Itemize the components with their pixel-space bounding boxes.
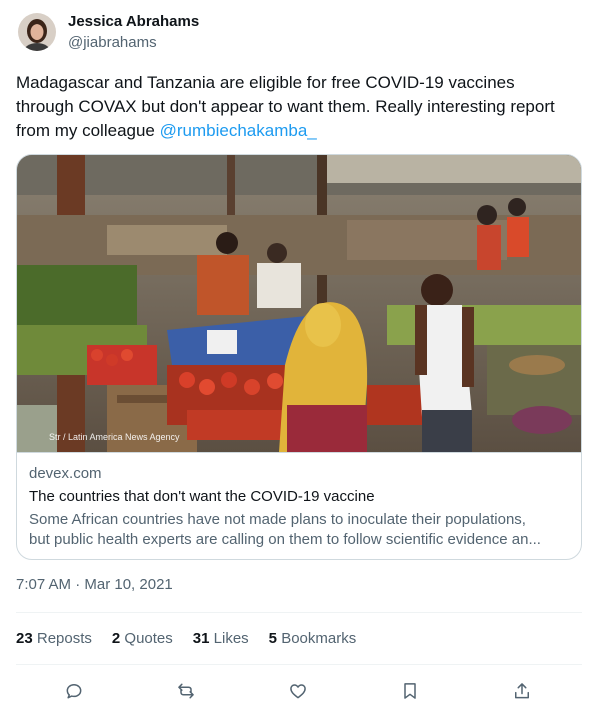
author-display-name[interactable]: Jessica Abrahams: [68, 12, 199, 32]
card-title: The countries that don't want the COVID-…: [29, 488, 375, 505]
reposts-stat[interactable]: 23 Reposts: [16, 630, 92, 647]
tweet-text-prefix: from my colleague: [16, 121, 160, 140]
bookmark-icon: [404, 683, 416, 699]
bookmarks-count: 5: [268, 630, 278, 647]
author-handle[interactable]: @jiabrahams: [68, 33, 199, 53]
avatar[interactable]: [18, 13, 56, 51]
like-button[interactable]: [285, 678, 311, 704]
photo-credit: Str / Latin America News Agency: [49, 432, 180, 442]
tweet-text-line: Madagascar and Tanzania are eligible for…: [16, 73, 515, 92]
author-names: Jessica Abrahams @jiabrahams: [68, 12, 199, 53]
repost-icon: [178, 683, 194, 699]
quotes-label: Quotes: [124, 630, 173, 647]
reposts-label: Reposts: [36, 630, 92, 647]
share-button[interactable]: [509, 678, 535, 704]
likes-stat[interactable]: 31 Likes: [193, 630, 249, 647]
tweet-timestamp[interactable]: 7:07 AM · Mar 10, 2021: [16, 576, 173, 593]
like-icon: [290, 684, 306, 699]
divider: [16, 664, 582, 665]
tweet-header: Jessica Abrahams @jiabrahams: [18, 10, 199, 53]
bookmarks-stat[interactable]: 5 Bookmarks: [269, 630, 357, 647]
likes-count: 31: [192, 630, 210, 647]
card-image[interactable]: Str / Latin America News Agency: [17, 155, 581, 452]
card-body[interactable]: devex.com The countries that don't want …: [17, 452, 581, 550]
reply-icon: [66, 684, 82, 699]
bookmark-button[interactable]: [397, 678, 423, 704]
mention-link[interactable]: @rumbiechakamba_: [160, 121, 317, 140]
divider: [16, 612, 582, 613]
bookmarks-label: Bookmarks: [281, 630, 357, 647]
tweet-text-line: through COVAX but don't appear to want t…: [16, 97, 555, 116]
reply-button[interactable]: [61, 678, 87, 704]
reposts-count: 23: [16, 630, 33, 647]
card-description-line: Some African countries have not made pla…: [29, 511, 526, 528]
share-icon: [515, 683, 529, 699]
tweet-text-line: from my colleague @rumbiechakamba_: [16, 119, 586, 143]
repost-button[interactable]: [173, 678, 199, 704]
tweet-text: Madagascar and Tanzania are eligible for…: [16, 71, 586, 143]
quotes-count: 2: [111, 630, 121, 647]
card-domain: devex.com: [29, 465, 102, 482]
quotes-stat[interactable]: 2 Quotes: [112, 630, 173, 647]
action-bar: [0, 676, 598, 706]
card-description: Some African countries have not made pla…: [29, 510, 569, 550]
card-description-line: but public health experts are calling on…: [29, 531, 541, 548]
link-card[interactable]: Str / Latin America News Agency devex.co…: [16, 154, 582, 560]
engagement-stats: 23 Reposts 2 Quotes 31 Likes 5 Bookmarks: [16, 630, 376, 647]
likes-label: Likes: [213, 630, 249, 647]
